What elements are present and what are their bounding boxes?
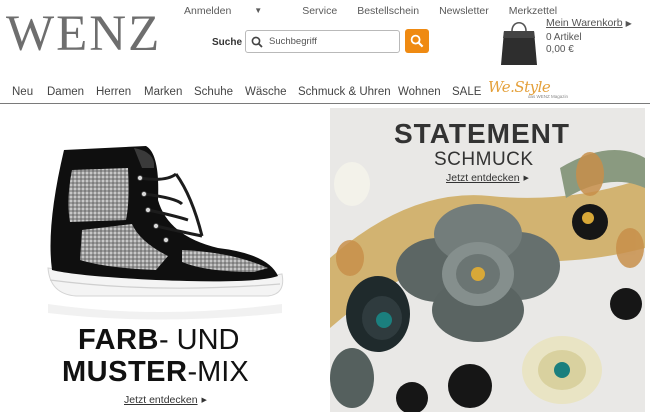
- nav-item-schmuck-uhren[interactable]: Schmuck & Uhren: [298, 86, 391, 98]
- wishlist-link[interactable]: Merkzettel: [509, 5, 557, 17]
- wenz-logo[interactable]: WENZ: [6, 6, 161, 62]
- cart-total: 0,00 €: [546, 44, 574, 55]
- triangle-right-icon: ▶: [201, 397, 207, 404]
- nav-item-wohnen[interactable]: Wohnen: [398, 86, 441, 98]
- headline-und: - UND: [158, 324, 240, 356]
- top-service-nav: Anmelden ▼ Service Bestellschein Newslett…: [184, 5, 577, 17]
- nav-item-herren[interactable]: Herren: [96, 86, 131, 98]
- discover-now-link-right[interactable]: Jetzt entdecken ▶: [446, 172, 529, 184]
- search-button[interactable]: [405, 29, 429, 53]
- discover-now-link-left[interactable]: Jetzt entdecken ▶: [124, 394, 207, 406]
- login-label: Anmelden: [184, 5, 232, 17]
- headline-mix: -MIX: [187, 356, 249, 388]
- headline-line-2: MUSTER-MIX: [62, 358, 249, 387]
- newsletter-link[interactable]: Newsletter: [439, 5, 489, 17]
- shopping-bag-icon[interactable]: [500, 18, 538, 66]
- search-label: Suche: [212, 37, 243, 48]
- headline-line-1: FARB- UND: [78, 326, 240, 355]
- nav-item-neu[interactable]: Neu: [12, 86, 33, 98]
- cta-label: Jetzt entdecken: [446, 172, 520, 184]
- high-top-sneaker-image: [47, 146, 284, 320]
- banner-farb-muster-mix[interactable]: FARB- UND MUSTER-MIX Jetzt entdecken ▶: [6, 108, 328, 412]
- nav-item-damen[interactable]: Damen: [47, 86, 84, 98]
- login-link[interactable]: Anmelden ▼: [184, 5, 282, 17]
- service-link[interactable]: Service: [302, 5, 337, 17]
- cart-item-count: 0 Artikel: [546, 32, 582, 43]
- cart-title-label: Mein Warenkorb: [546, 17, 623, 29]
- cta-label: Jetzt entdecken: [124, 394, 198, 406]
- category-nav: Neu Damen Herren Marken Schuhe Wäsche Sc…: [0, 80, 650, 104]
- triangle-right-icon: ▶: [523, 175, 529, 182]
- order-form-link[interactable]: Bestellschein: [357, 5, 419, 17]
- search-field[interactable]: [245, 30, 400, 53]
- headline-muster: MUSTER: [62, 356, 188, 388]
- search-icon: [410, 34, 424, 48]
- caret-down-icon: ▼: [254, 6, 263, 15]
- statement-subtitle: SCHMUCK: [434, 149, 534, 170]
- nav-item-waesche[interactable]: Wäsche: [245, 86, 287, 98]
- nav-item-schuhe[interactable]: Schuhe: [194, 86, 233, 98]
- nav-item-sale[interactable]: SALE: [452, 86, 481, 98]
- chevron-right-icon: ▶: [625, 19, 632, 28]
- westyle-subtitle: das WENZ Magazin: [528, 94, 569, 99]
- statement-title: STATEMENT: [394, 118, 570, 149]
- headline-farb: FARB: [78, 324, 159, 356]
- banner-statement-schmuck[interactable]: STATEMENT SCHMUCK Jetzt entdecken ▶: [330, 108, 645, 412]
- magnifier-icon: [251, 36, 263, 48]
- search-input[interactable]: [269, 36, 394, 47]
- cart-link[interactable]: Mein Warenkorb ▶: [546, 17, 632, 29]
- nav-item-marken[interactable]: Marken: [144, 86, 182, 98]
